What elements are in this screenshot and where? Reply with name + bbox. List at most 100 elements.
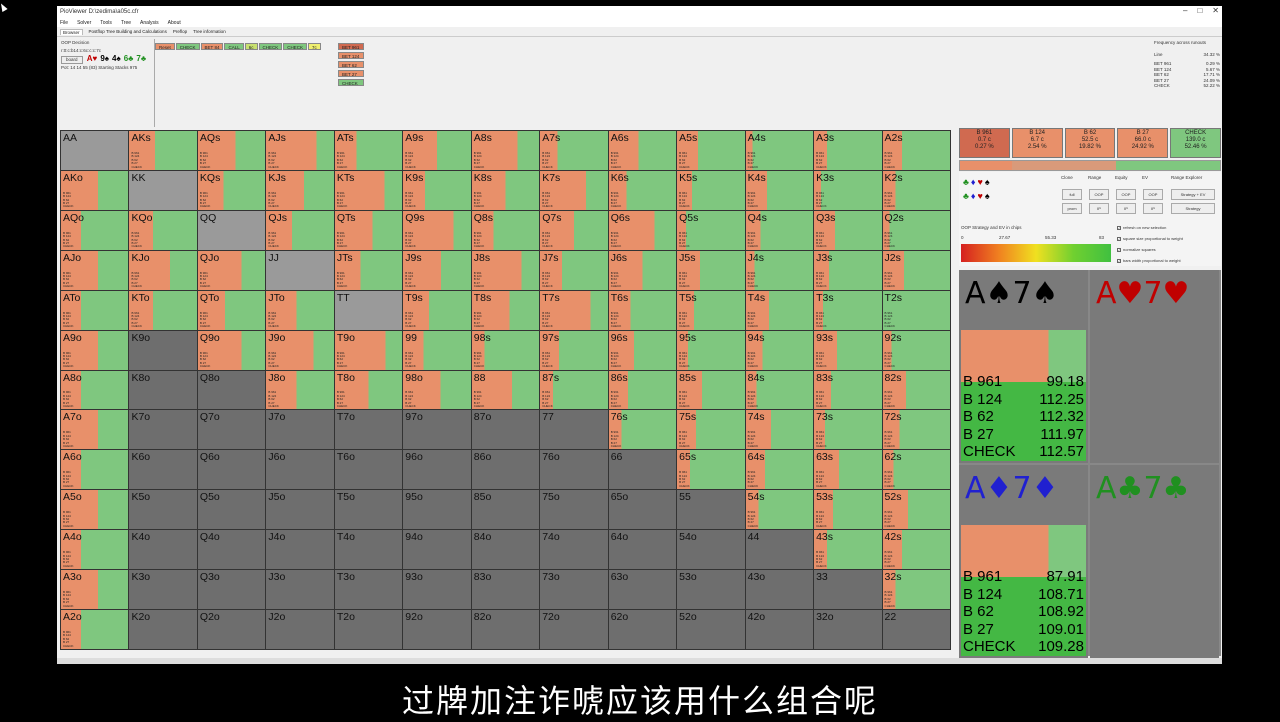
hand-cell-64o[interactable]: 64o bbox=[608, 530, 677, 570]
hand-cell-74o[interactable]: 74o bbox=[540, 530, 608, 570]
hand-cell-A6s[interactable]: A6s B 961 B 124 B 62 B 27 CHECK bbox=[608, 131, 677, 170]
bet-option-button[interactable]: BET 27 bbox=[338, 70, 364, 77]
hand-cell-83s[interactable]: 83s B 961 B 124 B 62 B 27 CHECK bbox=[814, 370, 882, 410]
hand-cell-QTs[interactable]: QTs B 961 B 124 B 62 B 27 CHECK bbox=[334, 210, 403, 250]
hand-cell-Q4s[interactable]: Q4s B 961 B 124 B 62 B 27 CHECK bbox=[745, 210, 814, 250]
hand-cell-32s[interactable]: 32s B 961 B 124 B 62 B 27 CHECK bbox=[882, 570, 950, 610]
hand-cell-96o[interactable]: 96o bbox=[403, 450, 471, 490]
summary-b-961[interactable]: B 961 0.7 c 0.27 % bbox=[959, 128, 1010, 158]
hand-cell-Q7o[interactable]: Q7o bbox=[197, 410, 266, 450]
hand-cell-A3o[interactable]: A3o B 961 B 124 B 62 B 27 CHECK bbox=[61, 570, 129, 610]
action-button[interactable]: CALL bbox=[224, 43, 244, 50]
hand-cell-AA[interactable]: AA bbox=[61, 131, 129, 170]
hand-cell-A2s[interactable]: A2s B 961 B 124 B 62 B 27 CHECK bbox=[882, 131, 950, 170]
hand-cell-QJo[interactable]: QJo B 961 B 124 B 62 B 27 CHECK bbox=[197, 250, 266, 290]
hand-cell-Q2o[interactable]: Q2o bbox=[197, 610, 266, 649]
hand-cell-96s[interactable]: 96s B 961 B 124 B 62 B 27 CHECK bbox=[608, 330, 677, 370]
menu-item-about[interactable]: About bbox=[168, 20, 181, 26]
hand-cell-88[interactable]: 88 B 961 B 124 B 62 B 27 CHECK bbox=[471, 370, 540, 410]
hand-cell-84o[interactable]: 84o bbox=[471, 530, 540, 570]
hand-cell-53s[interactable]: 53s B 961 B 124 B 62 B 27 CHECK bbox=[814, 490, 882, 530]
board-button[interactable]: board bbox=[61, 56, 83, 64]
bet-option-button[interactable]: BET 62 bbox=[338, 61, 364, 68]
action-button[interactable]: Reset bbox=[155, 43, 175, 50]
hand-cell-43s[interactable]: 43s B 961 B 124 B 62 B 27 CHECK bbox=[814, 530, 882, 570]
close-icon[interactable]: ✕ bbox=[1212, 6, 1219, 15]
player-button[interactable]: OOP bbox=[1089, 189, 1109, 200]
action-button[interactable]: 7c bbox=[308, 43, 321, 50]
summary-check[interactable]: CHECK 139.0 c 52.46 % bbox=[1170, 128, 1221, 158]
hand-cell-K7s[interactable]: K7s B 961 B 124 B 62 B 27 CHECK bbox=[540, 170, 608, 210]
hand-cell-95o[interactable]: 95o bbox=[403, 490, 471, 530]
combo-cell[interactable]: A♥7♥ bbox=[1090, 270, 1219, 463]
hand-cell-AQs[interactable]: AQs B 961 B 124 B 62 B 27 CHECK bbox=[197, 131, 266, 170]
hand-cell-32o[interactable]: 32o bbox=[814, 610, 882, 649]
strategy-ev-button[interactable]: Strategy + EV bbox=[1171, 189, 1215, 200]
hand-cell-K9o[interactable]: K9o bbox=[129, 330, 197, 370]
hand-cell-76s[interactable]: 76s B 961 B 124 B 62 B 27 CHECK bbox=[608, 410, 677, 450]
hand-cell-92o[interactable]: 92o bbox=[403, 610, 471, 649]
hand-cell-KK[interactable]: KK bbox=[129, 170, 197, 210]
hand-cell-82o[interactable]: 82o bbox=[471, 610, 540, 649]
menu-item-solver[interactable]: Solver bbox=[77, 20, 91, 26]
hand-cell-85o[interactable]: 85o bbox=[471, 490, 540, 530]
bet-option-button[interactable]: BET 961 bbox=[338, 43, 364, 50]
hand-cell-K6o[interactable]: K6o bbox=[129, 450, 197, 490]
bet-option-button[interactable]: CHECK bbox=[338, 79, 364, 86]
hand-cell-J6s[interactable]: J6s B 961 B 124 B 62 B 27 CHECK bbox=[608, 250, 677, 290]
hand-cell-T8o[interactable]: T8o B 961 B 124 B 62 B 27 CHECK bbox=[334, 370, 403, 410]
hand-cell-K5o[interactable]: K5o bbox=[129, 490, 197, 530]
hand-cell-A4s[interactable]: A4s B 961 B 124 B 62 B 27 CHECK bbox=[745, 131, 814, 170]
hand-cell-AKo[interactable]: AKo B 961 B 124 B 62 B 27 CHECK bbox=[61, 170, 129, 210]
hand-cell-KJo[interactable]: KJo B 961 B 124 B 62 B 27 CHECK bbox=[129, 250, 197, 290]
option-checkbox[interactable]: ✓ bars width proportional to weight bbox=[1117, 258, 1181, 263]
option-checkbox[interactable]: ✓ refresh on new selection bbox=[1117, 225, 1166, 230]
tab-1[interactable]: Postflop Tree Building and Calculations bbox=[89, 29, 167, 34]
hand-cell-74s[interactable]: 74s B 961 B 124 B 62 B 27 CHECK bbox=[745, 410, 814, 450]
hand-cell-53o[interactable]: 53o bbox=[677, 570, 745, 610]
suit-heart-icon[interactable]: ♥ bbox=[978, 177, 985, 187]
hand-cell-Q6s[interactable]: Q6s B 961 B 124 B 62 B 27 CHECK bbox=[608, 210, 677, 250]
hand-cell-98s[interactable]: 98s B 961 B 124 B 62 B 27 CHECK bbox=[471, 330, 540, 370]
hand-cell-JJ[interactable]: JJ bbox=[266, 250, 334, 290]
hand-cell-J8o[interactable]: J8o B 961 B 124 B 62 B 27 CHECK bbox=[266, 370, 334, 410]
hand-cell-K9s[interactable]: K9s B 961 B 124 B 62 B 27 CHECK bbox=[403, 170, 471, 210]
hand-cell-J4o[interactable]: J4o bbox=[266, 530, 334, 570]
hand-cell-A9s[interactable]: A9s B 961 B 124 B 62 B 27 CHECK bbox=[403, 131, 471, 170]
hand-cell-JTo[interactable]: JTo B 961 B 124 B 62 B 27 CHECK bbox=[266, 290, 334, 330]
maximize-icon[interactable]: □ bbox=[1197, 6, 1202, 15]
hand-cell-T9s[interactable]: T9s B 961 B 124 B 62 B 27 CHECK bbox=[403, 290, 471, 330]
hand-cell-Q3s[interactable]: Q3s B 961 B 124 B 62 B 27 CHECK bbox=[814, 210, 882, 250]
hand-cell-43o[interactable]: 43o bbox=[745, 570, 814, 610]
hand-cell-J3o[interactable]: J3o bbox=[266, 570, 334, 610]
hand-cell-J6o[interactable]: J6o bbox=[266, 450, 334, 490]
hand-cell-Q2s[interactable]: Q2s B 961 B 124 B 62 B 27 CHECK bbox=[882, 210, 950, 250]
hand-cell-62s[interactable]: 62s B 961 B 124 B 62 B 27 CHECK bbox=[882, 450, 950, 490]
suit-club-icon[interactable]: ♣ bbox=[963, 177, 971, 187]
hand-cell-84s[interactable]: 84s B 961 B 124 B 62 B 27 CHECK bbox=[745, 370, 814, 410]
hand-cell-A8s[interactable]: A8s B 961 B 124 B 62 B 27 CHECK bbox=[471, 131, 540, 170]
hand-cell-75s[interactable]: 75s B 961 B 124 B 62 B 27 CHECK bbox=[677, 410, 745, 450]
hand-cell-Q3o[interactable]: Q3o bbox=[197, 570, 266, 610]
hand-cell-QTo[interactable]: QTo B 961 B 124 B 62 B 27 CHECK bbox=[197, 290, 266, 330]
hand-cell-55[interactable]: 55 bbox=[677, 490, 745, 530]
suit-club-icon[interactable]: ♣ bbox=[963, 191, 971, 201]
suit-spade-icon[interactable]: ♠ bbox=[985, 191, 992, 201]
hand-cell-72o[interactable]: 72o bbox=[540, 610, 608, 649]
hand-cell-82s[interactable]: 82s B 961 B 124 B 62 B 27 CHECK bbox=[882, 370, 950, 410]
action-button[interactable]: CHECK bbox=[283, 43, 308, 50]
player-button[interactable]: OOP bbox=[1143, 189, 1163, 200]
hand-cell-87o[interactable]: 87o bbox=[471, 410, 540, 450]
hand-cell-83o[interactable]: 83o bbox=[471, 570, 540, 610]
action-button[interactable]: CHECK bbox=[258, 43, 283, 50]
hand-cell-73o[interactable]: 73o bbox=[540, 570, 608, 610]
hand-cell-T5s[interactable]: T5s B 961 B 124 B 62 B 27 CHECK bbox=[677, 290, 745, 330]
hand-cell-62o[interactable]: 62o bbox=[608, 610, 677, 649]
hand-cell-K3s[interactable]: K3s B 961 B 124 B 62 B 27 CHECK bbox=[814, 170, 882, 210]
checkbox-icon[interactable]: ✓ bbox=[1117, 225, 1121, 230]
tab-3[interactable]: Tree information bbox=[193, 29, 226, 34]
hand-cell-T6s[interactable]: T6s B 961 B 124 B 62 B 27 CHECK bbox=[608, 290, 677, 330]
menu-item-file[interactable]: File bbox=[60, 20, 68, 26]
hand-cell-Q9s[interactable]: Q9s B 961 B 124 B 62 B 27 CHECK bbox=[403, 210, 471, 250]
hand-cell-64s[interactable]: 64s B 961 B 124 B 62 B 27 CHECK bbox=[745, 450, 814, 490]
